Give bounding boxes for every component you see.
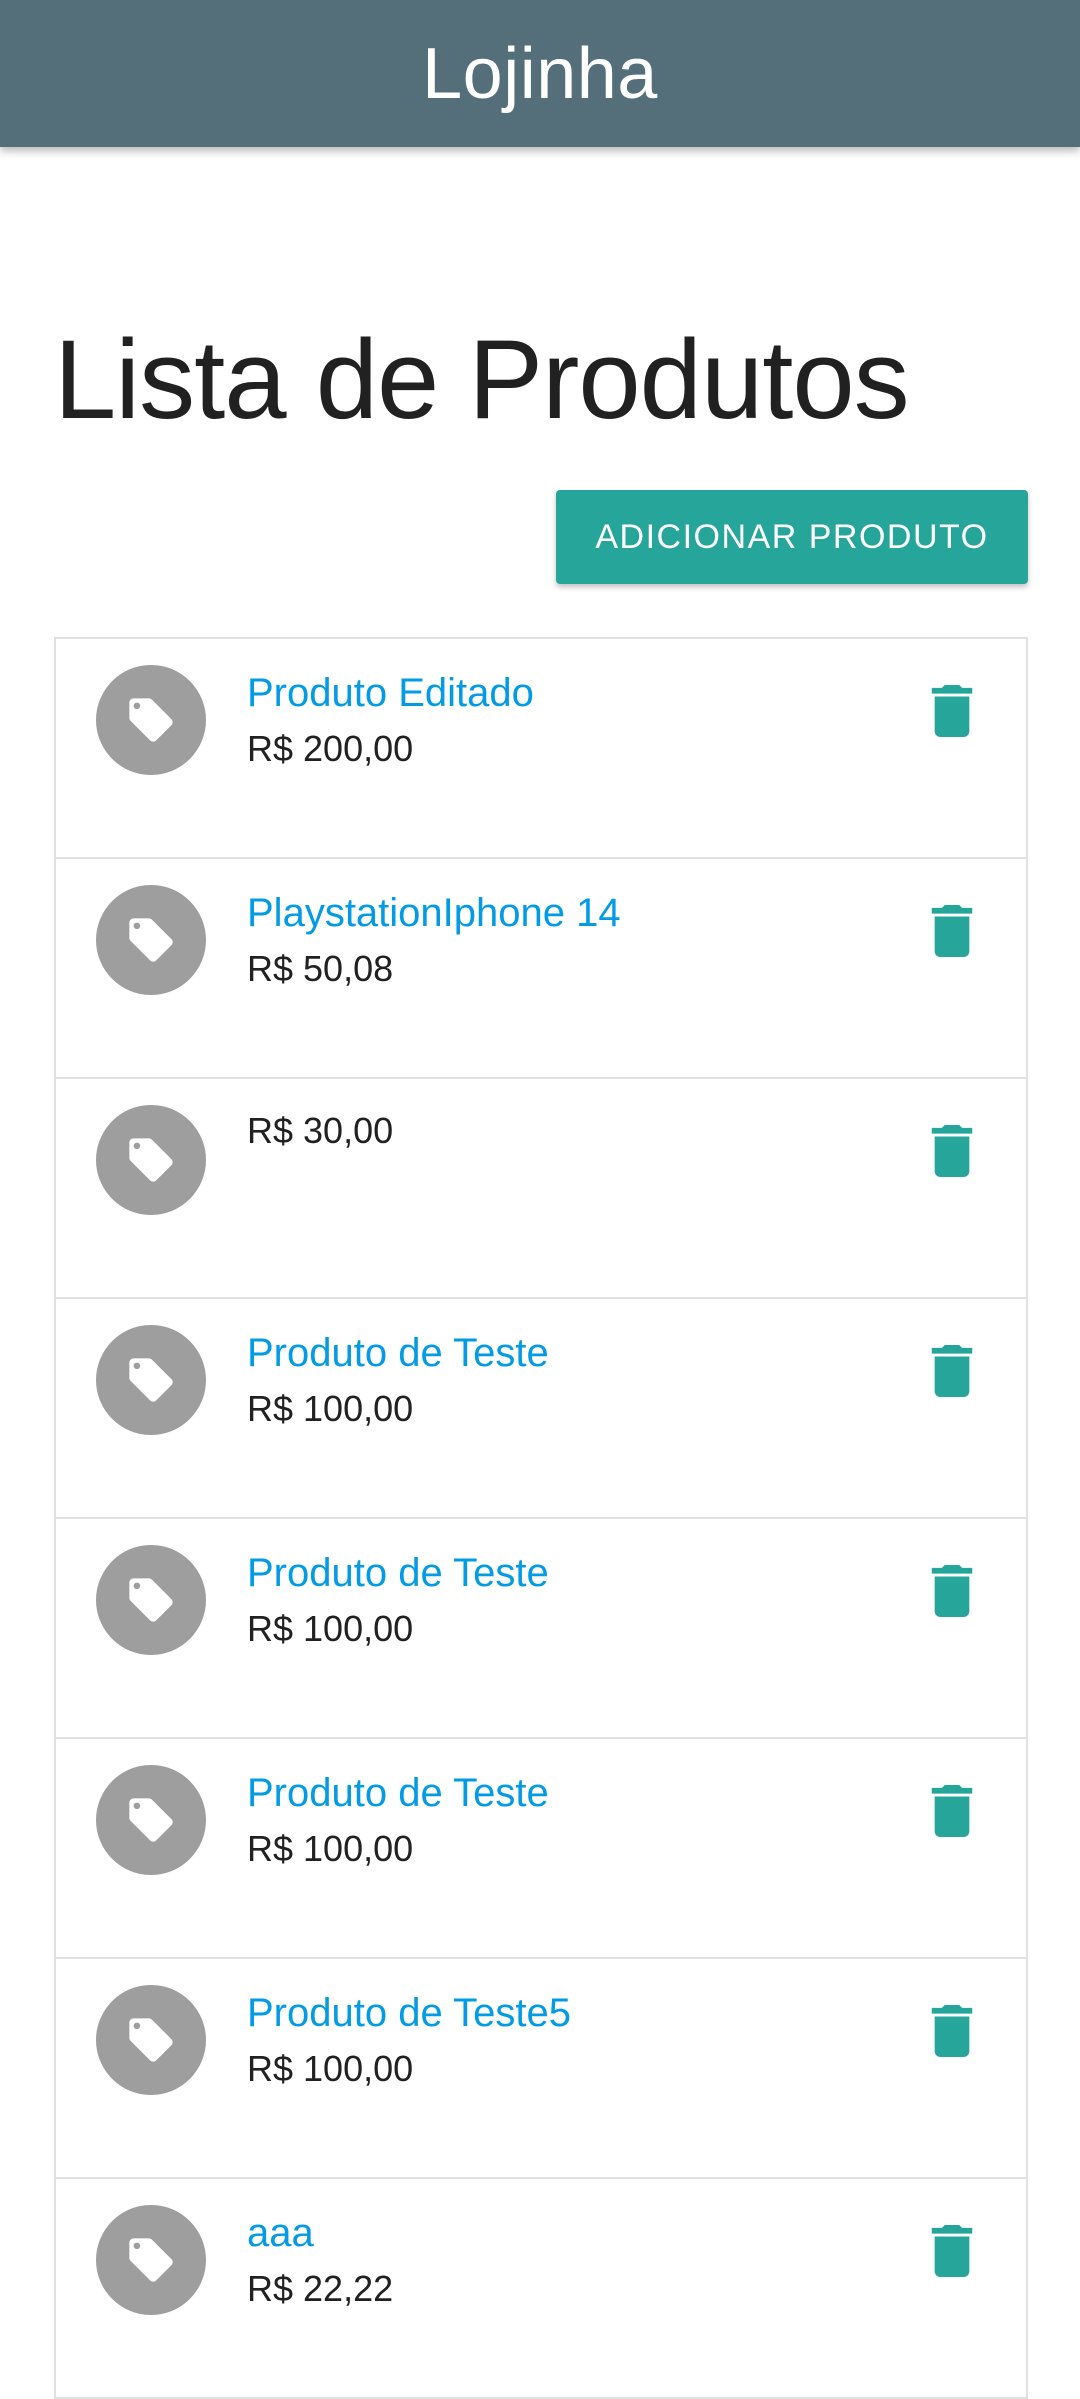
trash-icon [930, 1345, 974, 1397]
product-price: R$ 100,00 [247, 1608, 414, 1649]
product-price: R$ 100,00 [247, 1828, 414, 1869]
tag-icon [125, 914, 177, 966]
product-list-item: Produto de Teste R$ 100,00 [56, 1519, 1026, 1739]
product-list-item: Produto de Teste R$ 100,00 [56, 1739, 1026, 1959]
trash-icon [930, 905, 974, 957]
product-avatar [96, 885, 206, 995]
product-avatar [96, 1765, 206, 1875]
product-price: R$ 100,00 [247, 1388, 414, 1429]
product-name-link[interactable]: PlaystationIphone 14 [247, 889, 621, 937]
delete-product-button[interactable] [930, 1785, 974, 1837]
tag-icon [125, 1354, 177, 1406]
tag-icon [125, 1134, 177, 1186]
tag-icon [125, 1794, 177, 1846]
product-avatar [96, 1325, 206, 1435]
product-avatar [96, 665, 206, 775]
product-price: R$ 30,00 [247, 1110, 394, 1151]
delete-product-button[interactable] [930, 2225, 974, 2277]
product-price: R$ 22,22 [247, 2268, 394, 2309]
product-avatar [96, 1985, 206, 2095]
product-list-item: Produto de Teste R$ 100,00 [56, 1299, 1026, 1519]
delete-product-button[interactable] [930, 2005, 974, 2057]
trash-icon [930, 1125, 974, 1177]
tag-icon [125, 694, 177, 746]
delete-product-button[interactable] [930, 685, 974, 737]
trash-icon [930, 2225, 974, 2277]
product-name-link[interactable]: Produto de Teste5 [247, 1989, 571, 2037]
product-list-item: R$ 30,00 [56, 1079, 1026, 1299]
trash-icon [930, 2005, 974, 2057]
tag-icon [125, 1574, 177, 1626]
product-list-item: PlaystationIphone 14 R$ 50,08 [56, 859, 1026, 1079]
delete-product-button[interactable] [930, 1565, 974, 1617]
app-bar: Lojinha [0, 0, 1080, 147]
product-avatar [96, 2205, 206, 2315]
app-title: Lojinha [422, 33, 658, 114]
product-name-link[interactable]: aaa [247, 2209, 314, 2257]
product-name-link[interactable]: Produto de Teste [247, 1769, 549, 1817]
trash-icon [930, 685, 974, 737]
product-list-item: Produto Editado R$ 200,00 [56, 639, 1026, 859]
add-product-button[interactable]: ADICIONAR PRODUTO [556, 490, 1028, 584]
tag-icon [125, 2014, 177, 2066]
tag-icon [125, 2234, 177, 2286]
delete-product-button[interactable] [930, 905, 974, 957]
delete-product-button[interactable] [930, 1345, 974, 1397]
trash-icon [930, 1565, 974, 1617]
product-name-link[interactable]: Produto de Teste [247, 1329, 549, 1377]
product-price: R$ 100,00 [247, 2048, 414, 2089]
trash-icon [930, 1785, 974, 1837]
product-list-item: Produto de Teste5 R$ 100,00 [56, 1959, 1026, 2179]
product-name-link[interactable]: Produto Editado [247, 669, 534, 717]
product-list-item: aaa R$ 22,22 [56, 2179, 1026, 2399]
product-avatar [96, 1545, 206, 1655]
product-name-link[interactable]: Produto de Teste [247, 1549, 549, 1597]
page-title: Lista de Produtos [54, 317, 910, 442]
product-price: R$ 50,08 [247, 948, 394, 989]
product-price: R$ 200,00 [247, 728, 414, 769]
delete-product-button[interactable] [930, 1125, 974, 1177]
product-list: Produto Editado R$ 200,00 PlaystationIphon… [54, 637, 1028, 2399]
product-avatar [96, 1105, 206, 1215]
